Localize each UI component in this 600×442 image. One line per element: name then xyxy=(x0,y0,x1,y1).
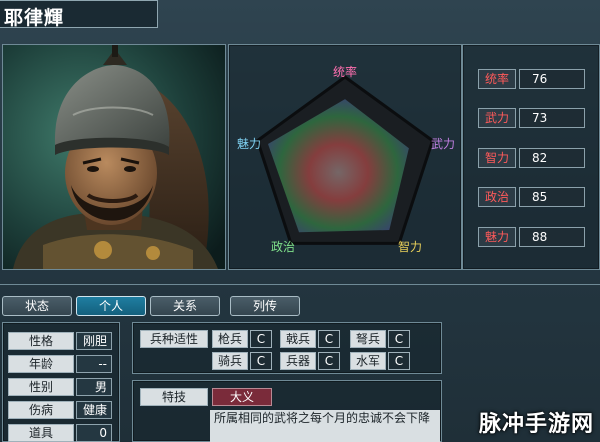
skill-label: 特技 xyxy=(140,388,208,406)
aptitude-halberd-grade: C xyxy=(318,330,340,348)
aptitude-crossbow-grade: C xyxy=(388,330,410,348)
stat-label-wuli: 武力 xyxy=(478,108,516,128)
site-watermark: 脉冲手游网 xyxy=(478,412,594,437)
info-label-items: 道具 xyxy=(8,424,74,442)
stat-value-wuli: 73 xyxy=(519,108,585,128)
aptitude-header: 兵种适性 xyxy=(140,330,208,348)
info-label-gender: 性别 xyxy=(8,378,74,396)
tab-personal[interactable]: 个人 xyxy=(76,296,146,316)
aptitude-siege-grade: C xyxy=(318,352,340,370)
info-value-personality: 刚胆 xyxy=(76,332,112,350)
info-value-age: -- xyxy=(76,355,112,373)
aptitude-crossbow-name: 弩兵 xyxy=(350,330,386,348)
info-label-personality: 性格 xyxy=(8,332,74,350)
tab-biography[interactable]: 列传 xyxy=(230,296,300,316)
tab-relations[interactable]: 关系 xyxy=(150,296,220,316)
radar-label-tongshuai: 统率 xyxy=(333,64,357,79)
aptitude-cavalry-grade: C xyxy=(250,352,272,370)
info-label-injury: 伤病 xyxy=(8,401,74,419)
stat-label-zhengzhi: 政治 xyxy=(478,187,516,207)
aptitude-navy-name: 水军 xyxy=(350,352,386,370)
aptitude-navy-grade: C xyxy=(388,352,410,370)
aptitude-cavalry-name: 骑兵 xyxy=(212,352,248,370)
stat-label-zhili: 智力 xyxy=(478,148,516,168)
radar-label-meili: 魅力 xyxy=(237,136,261,151)
info-value-injury: 健康 xyxy=(76,401,112,419)
stat-value-zhengzhi: 85 xyxy=(519,187,585,207)
aptitude-halberd-name: 戟兵 xyxy=(280,330,316,348)
stat-value-meili: 88 xyxy=(519,227,585,247)
radar-label-zhengzhi: 政治 xyxy=(271,240,295,254)
aptitude-siege-name: 兵器 xyxy=(280,352,316,370)
info-label-age: 年龄 xyxy=(8,355,74,373)
character-name: 耶律輝 xyxy=(4,7,65,29)
info-value-gender: 男 xyxy=(76,378,112,396)
radar-label-zhili: 智力 xyxy=(398,239,422,254)
tab-status[interactable]: 状态 xyxy=(2,296,72,316)
aptitude-spear-grade: C xyxy=(250,330,272,348)
portrait-frame xyxy=(2,44,226,270)
character-name-box: 耶律輝 xyxy=(0,0,158,29)
stat-value-zhili: 82 xyxy=(519,148,585,168)
ability-radar-chart: 统率 武力 智力 政治 魅力 xyxy=(237,64,455,254)
section-divider xyxy=(0,284,600,285)
aptitude-spear-name: 枪兵 xyxy=(212,330,248,348)
stat-label-meili: 魅力 xyxy=(478,227,516,247)
portrait-image xyxy=(3,45,225,269)
stat-value-tongshuai: 76 xyxy=(519,69,585,89)
skill-name: 大义 xyxy=(212,388,272,406)
info-value-items: 0 xyxy=(76,424,112,442)
radar-frame: 统率 武力 智力 政治 魅力 xyxy=(228,44,462,270)
radar-label-wuli: 武力 xyxy=(431,137,455,151)
skill-description: 所属相同的武将之每个月的忠诚不会下降 xyxy=(210,410,440,442)
stat-label-tongshuai: 统率 xyxy=(478,69,516,89)
